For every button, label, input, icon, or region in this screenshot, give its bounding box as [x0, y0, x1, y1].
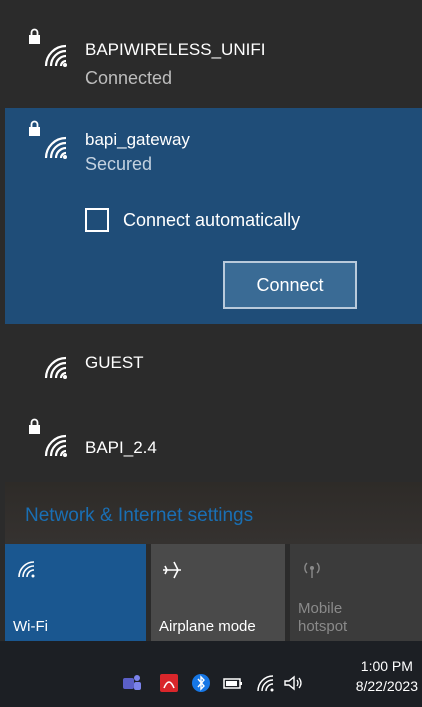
pdf-icon[interactable] [158, 672, 180, 694]
clock[interactable]: 1:00 PM 8/22/2023 [356, 656, 418, 696]
tile-label: Wi-Fi [13, 618, 48, 635]
network-item-bapi-gateway[interactable]: bapi_gateway Secured Connect automatical… [5, 108, 422, 324]
network-item-guest[interactable]: GUEST [5, 324, 422, 404]
hotspot-icon [304, 562, 320, 578]
settings-area: Network & Internet settings [5, 482, 422, 544]
network-item-bapiwireless-unifi[interactable]: BAPIWIRELESS_UNIFI Connected [5, 8, 422, 108]
network-status: Connected [85, 68, 173, 88]
volume-icon[interactable] [282, 672, 304, 694]
wifi-secured-icon [29, 418, 67, 457]
teams-icon[interactable] [121, 672, 143, 694]
bluetooth-icon[interactable] [190, 672, 212, 694]
wifi-toggle-tile[interactable]: Wi-Fi [5, 544, 146, 642]
tile-label: Mobile hotspot [298, 600, 348, 635]
mobile-hotspot-tile[interactable]: Mobile hotspot [290, 544, 422, 642]
network-internet-settings-link[interactable]: Network & Internet settings [25, 505, 253, 527]
clock-time: 1:00 PM [360, 658, 413, 674]
connect-automatically-label: Connect automatically [123, 209, 301, 230]
battery-icon[interactable] [222, 672, 244, 694]
wifi-icon [18, 561, 35, 578]
network-status: Secured [85, 154, 153, 174]
connect-automatically-checkbox[interactable]: Connect automatically [85, 204, 300, 236]
airplane-icon [163, 561, 181, 579]
network-ssid: BAPIWIRELESS_UNIFI [85, 40, 266, 59]
airplane-mode-tile[interactable]: Airplane mode [151, 544, 285, 642]
wifi-icon[interactable] [254, 672, 276, 694]
wifi-open-icon [44, 356, 67, 379]
quick-actions: Wi-Fi Airplane mode Mobile hotspot [5, 544, 422, 642]
network-flyout: BAPIWIRELESS_UNIFI Connected bapi_gatewa… [5, 8, 422, 642]
clock-date: 8/22/2023 [355, 678, 418, 694]
network-ssid: GUEST [85, 353, 144, 372]
connect-button[interactable]: Connect [223, 261, 357, 309]
wifi-secured-icon [29, 28, 67, 67]
tile-label: Airplane mode [159, 618, 256, 635]
network-ssid: BAPI_2.4 [85, 438, 157, 457]
network-ssid: bapi_gateway [85, 130, 190, 149]
checkbox-box[interactable] [85, 208, 109, 232]
network-item-bapi-2-4[interactable]: BAPI_2.4 [5, 404, 422, 482]
taskbar: 1:00 PM 8/22/2023 [0, 641, 422, 707]
wifi-secured-icon [29, 120, 67, 159]
